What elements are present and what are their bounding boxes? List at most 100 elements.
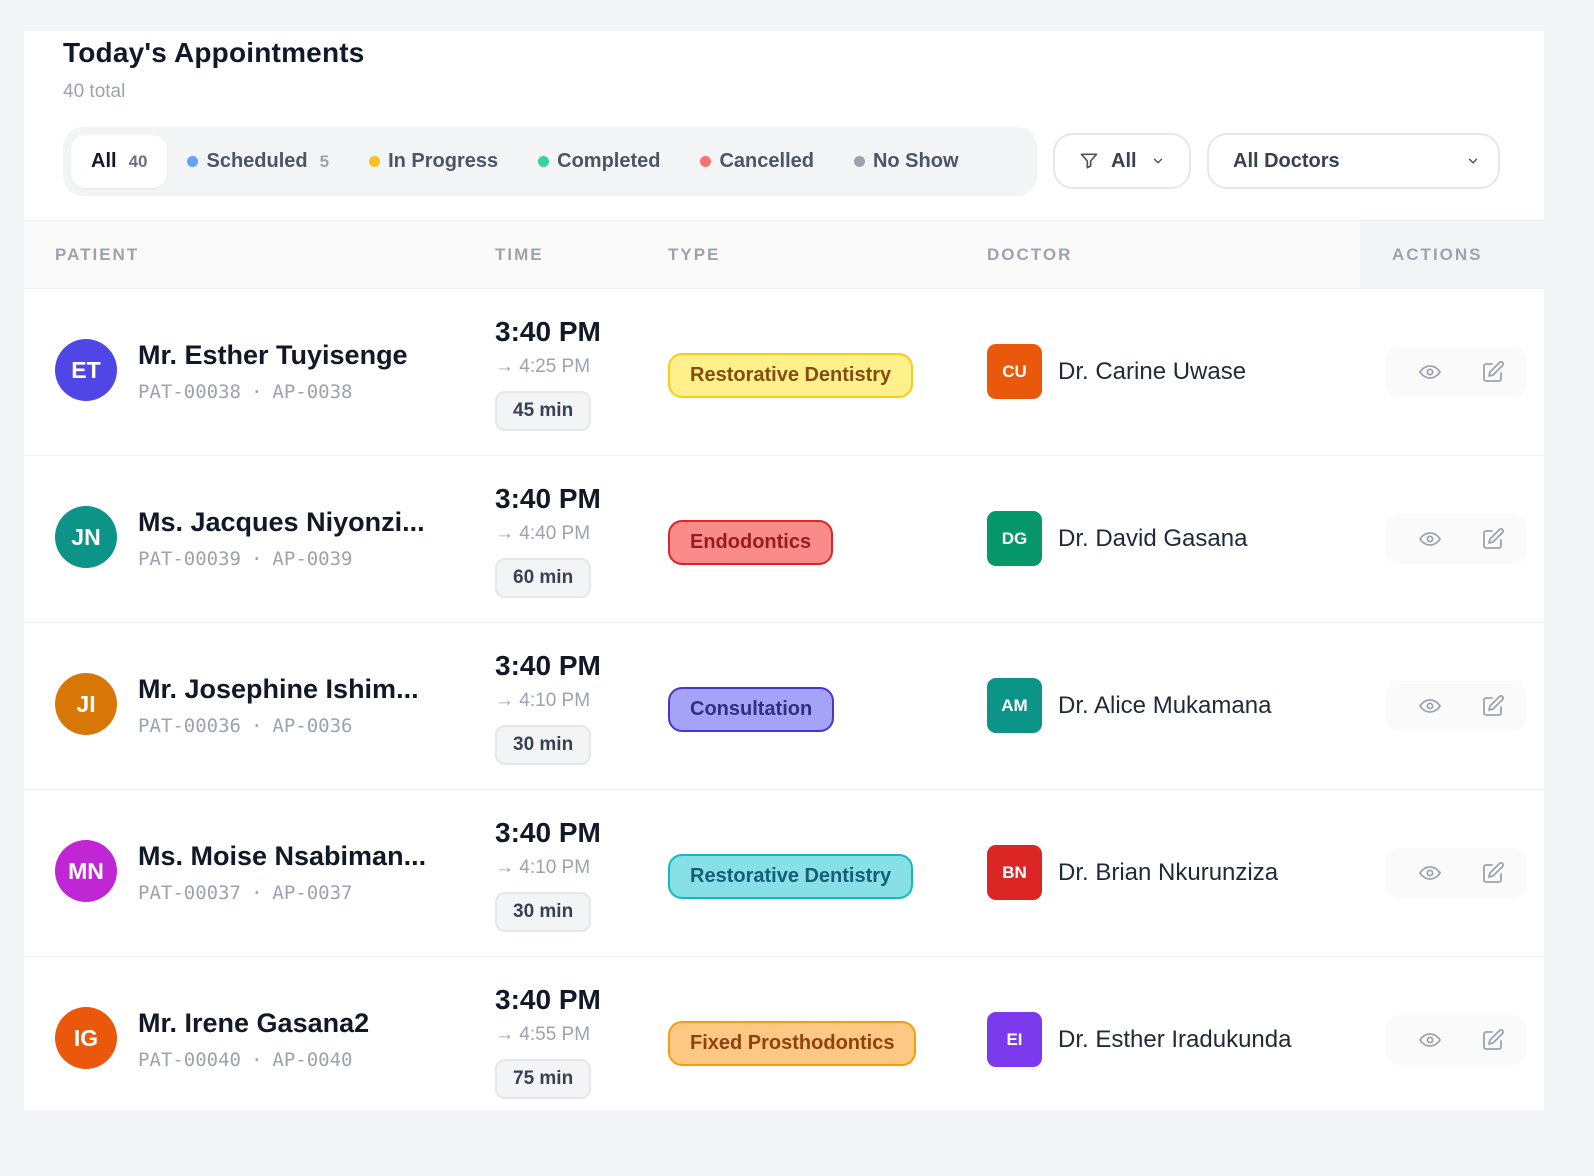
type-filter-dropdown[interactable]: All xyxy=(1053,133,1191,189)
total-count: 40 total xyxy=(63,81,126,102)
start-time: 3:40 PM xyxy=(495,650,601,681)
eye-icon xyxy=(1418,360,1442,384)
id-separator: · xyxy=(250,548,263,570)
edit-button[interactable] xyxy=(1480,359,1506,385)
status-dot xyxy=(538,156,550,167)
edit-button[interactable] xyxy=(1480,526,1506,552)
filter-icon xyxy=(1079,151,1099,171)
status-dot xyxy=(700,156,712,167)
table-row[interactable]: IG Mr. Irene Gasana2 PAT-00040 · AP-0040 3:40… xyxy=(24,957,1544,1110)
patient-name[interactable]: Ms. Moise Nsabiman... xyxy=(138,841,426,872)
column-header-actions: ACTIONS xyxy=(1392,245,1483,264)
eye-icon xyxy=(1418,861,1442,885)
type-filter-label: All xyxy=(1111,149,1137,172)
doctor-name: Dr. Esther Iradukunda xyxy=(1058,1026,1292,1053)
appointment-type-badge: Consultation xyxy=(668,687,835,732)
doctor-initials: BN xyxy=(1002,862,1027,882)
edit-icon xyxy=(1481,527,1505,551)
status-filter-tabs: All 40 Scheduled 5 In Progress Completed Cance… xyxy=(63,127,1037,196)
patient-name[interactable]: Ms. Jacques Niyonzi... xyxy=(138,507,425,538)
doctor-initials: AM xyxy=(1001,695,1028,715)
filter-tab-in-progress[interactable]: In Progress xyxy=(349,135,518,188)
table-row[interactable]: JN Ms. Jacques Niyonzi... PAT-00039 · AP-003… xyxy=(24,456,1544,623)
table-row[interactable]: MN Ms. Moise Nsabiman... PAT-00037 · AP-0037… xyxy=(24,790,1544,957)
patient-name[interactable]: Mr. Josephine Ishim... xyxy=(138,674,419,705)
duration-badge: 75 min xyxy=(495,1059,592,1099)
card-header: Today's Appointments 40 total xyxy=(63,37,365,103)
column-header-type[interactable]: TYPE xyxy=(668,221,720,288)
edit-button[interactable] xyxy=(1480,693,1506,719)
end-time: → 4:10 PM xyxy=(495,857,591,878)
doctor-avatar: BN xyxy=(987,845,1042,900)
doctor-avatar: DG xyxy=(987,511,1042,566)
patient-ids: PAT-00037 · AP-0037 xyxy=(138,882,352,904)
appointment-type-badge: Restorative Dentistry xyxy=(668,353,914,398)
doctor-initials: EI xyxy=(1006,1029,1023,1049)
edit-button[interactable] xyxy=(1480,1027,1506,1053)
filter-tab-cancelled[interactable]: Cancelled xyxy=(680,135,833,188)
patient-avatar: JI xyxy=(55,673,117,735)
end-time: → 4:40 PM xyxy=(495,523,591,544)
patient-initials: JI xyxy=(76,690,96,717)
filter-tab-no-show[interactable]: No Show xyxy=(834,135,979,188)
doctor-avatar: CU xyxy=(987,344,1042,399)
doctor-name: Dr. Alice Mukamana xyxy=(1058,692,1272,719)
appointment-type-badge: Endodontics xyxy=(668,520,834,565)
page-title: Today's Appointments xyxy=(63,37,365,68)
view-button[interactable] xyxy=(1417,359,1443,385)
column-header-doctor[interactable]: DOCTOR xyxy=(987,221,1072,288)
patient-initials: ET xyxy=(71,356,101,383)
filter-tab-count: 40 xyxy=(128,151,148,171)
doctor-filter-dropdown[interactable]: All Doctors xyxy=(1207,133,1500,189)
edit-button[interactable] xyxy=(1480,860,1506,886)
end-time: → 4:55 PM xyxy=(495,1024,591,1045)
view-button[interactable] xyxy=(1417,1027,1443,1053)
appointment-id: AP-0036 xyxy=(272,715,353,737)
edit-icon xyxy=(1481,861,1505,885)
id-separator: · xyxy=(250,1049,263,1071)
column-header-time[interactable]: TIME xyxy=(495,221,544,288)
table-row[interactable]: ET Mr. Esther Tuyisenge PAT-00038 · AP-0038 3… xyxy=(24,289,1544,456)
status-dot xyxy=(187,156,199,167)
filter-tab-label: Completed xyxy=(557,150,661,172)
patient-avatar: JN xyxy=(55,506,117,568)
doctor-initials: CU xyxy=(1002,361,1027,381)
appointment-type-badge: Fixed Prosthodontics xyxy=(668,1021,917,1066)
edit-icon xyxy=(1481,360,1505,384)
patient-id: PAT-00038 xyxy=(138,381,241,403)
patient-avatar: IG xyxy=(55,1007,117,1069)
chevron-down-icon xyxy=(1466,154,1480,168)
filter-tab-label: All xyxy=(91,150,117,172)
patient-id: PAT-00039 xyxy=(138,548,241,570)
patient-ids: PAT-00038 · AP-0038 xyxy=(138,381,352,403)
row-actions xyxy=(1386,1015,1526,1065)
appointments-card: Today's Appointments 40 total All 40 Sched… xyxy=(24,31,1544,1110)
patient-ids: PAT-00036 · AP-0036 xyxy=(138,715,352,737)
edit-icon xyxy=(1481,1028,1505,1052)
patient-name[interactable]: Mr. Esther Tuyisenge xyxy=(138,340,408,371)
filter-tab-scheduled[interactable]: Scheduled 5 xyxy=(167,135,349,188)
filter-tab-label: Cancelled xyxy=(719,150,814,172)
table-row[interactable]: JI Mr. Josephine Ishim... PAT-00036 · AP-003… xyxy=(24,623,1544,790)
filter-tab-completed[interactable]: Completed xyxy=(518,135,680,188)
table-header: PATIENT TIME TYPE DOCTOR ACTIONS xyxy=(24,220,1544,289)
doctor-initials: DG xyxy=(1001,528,1028,548)
filter-tab-all[interactable]: All 40 xyxy=(71,135,168,188)
edit-icon xyxy=(1481,694,1505,718)
view-button[interactable] xyxy=(1417,526,1443,552)
column-header-patient[interactable]: PATIENT xyxy=(55,221,139,288)
appointment-id: AP-0039 xyxy=(272,548,353,570)
id-separator: · xyxy=(250,381,263,403)
patient-name[interactable]: Mr. Irene Gasana2 xyxy=(138,1008,369,1039)
row-actions xyxy=(1386,347,1526,397)
patient-id: PAT-00037 xyxy=(138,882,241,904)
view-button[interactable] xyxy=(1417,860,1443,886)
view-button[interactable] xyxy=(1417,693,1443,719)
patient-ids: PAT-00040 · AP-0040 xyxy=(138,1049,352,1071)
appointment-id: AP-0040 xyxy=(272,1049,353,1071)
patient-ids: PAT-00039 · AP-0039 xyxy=(138,548,352,570)
duration-badge: 60 min xyxy=(495,558,592,598)
filter-tab-label: Scheduled xyxy=(206,150,308,172)
patient-avatar: MN xyxy=(55,840,117,902)
filter-tab-label: In Progress xyxy=(388,150,499,172)
